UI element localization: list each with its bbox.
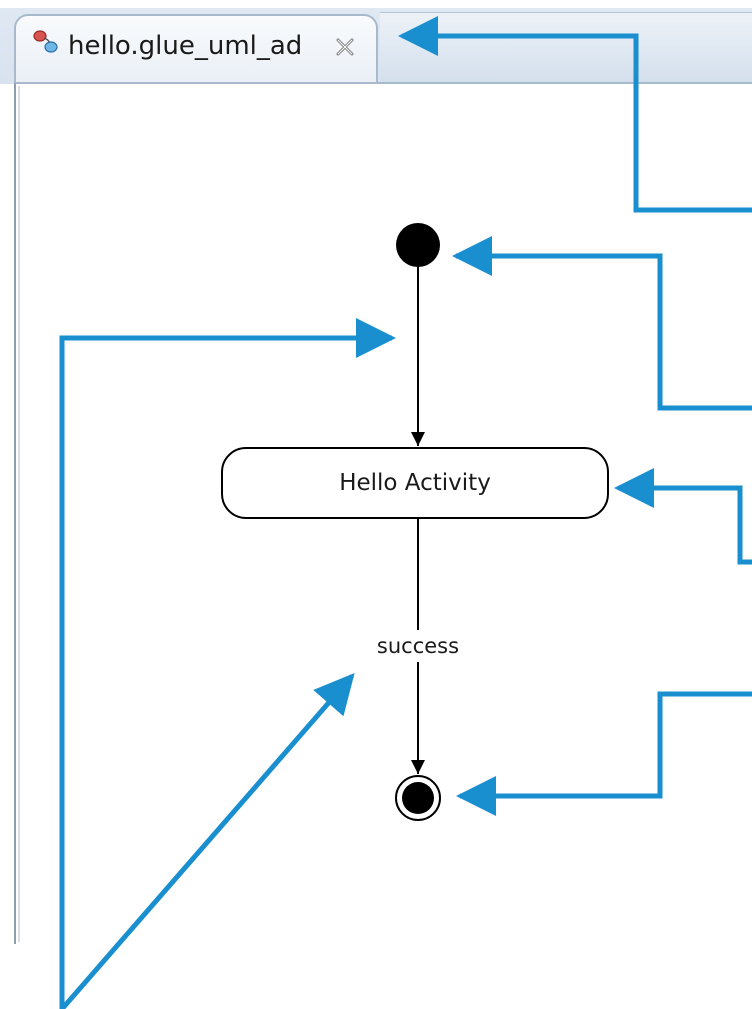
callout-arrow-control-flow — [59, 318, 396, 1009]
callout-arrow-initial-node — [452, 236, 752, 411]
callout-arrow-action-node — [614, 468, 752, 565]
transition-guard-label: success — [348, 630, 488, 662]
callout-arrow-tab — [398, 16, 752, 213]
initial-node[interactable] — [396, 223, 440, 267]
action-node-label: Hello Activity — [339, 470, 491, 496]
callout-arrow-guard-label — [60, 672, 355, 1009]
callout-arrow-final-node — [456, 691, 752, 816]
final-node-core — [402, 782, 434, 814]
